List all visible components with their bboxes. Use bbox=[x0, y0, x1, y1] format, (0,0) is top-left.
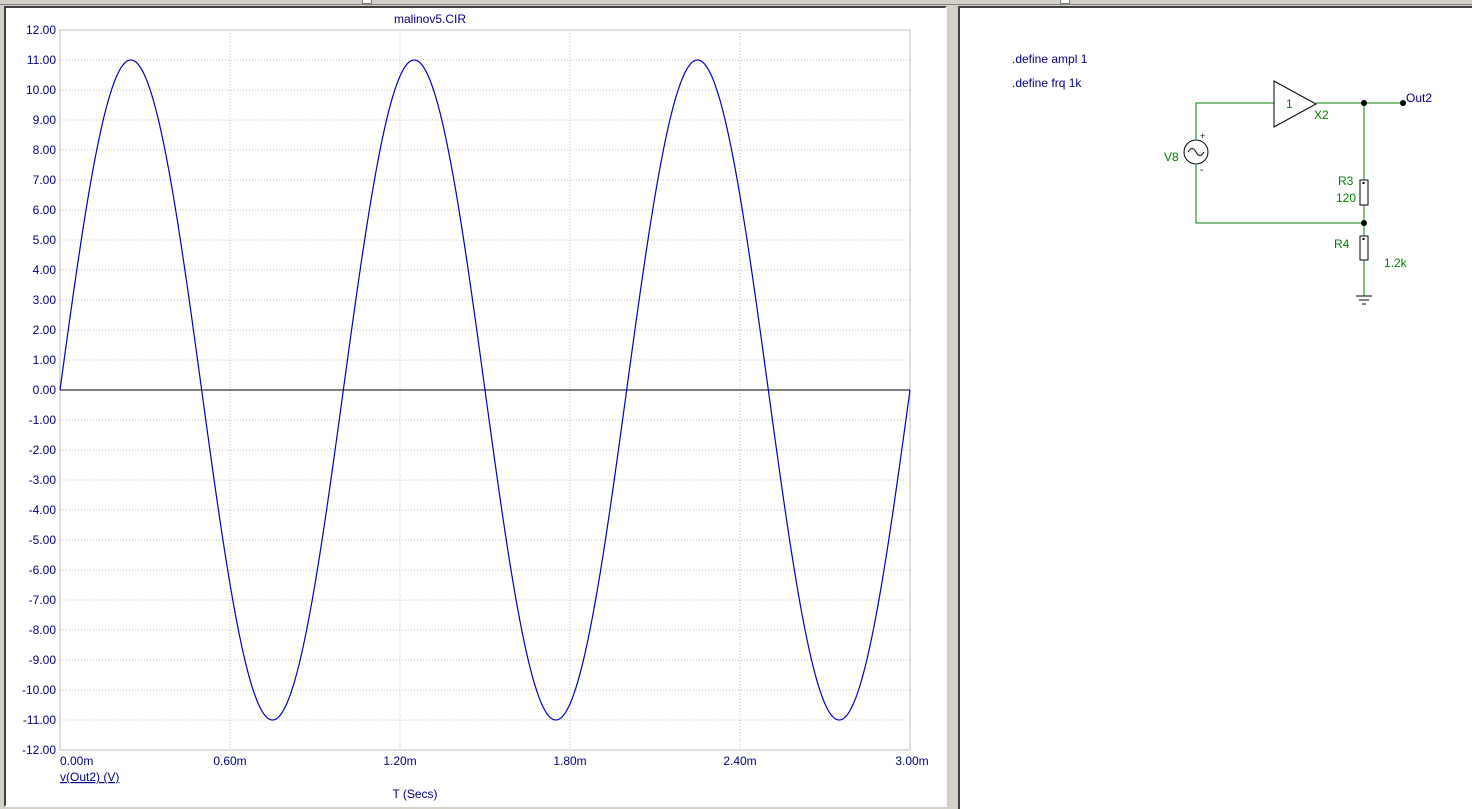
x-tick-label: 0.60m bbox=[213, 754, 246, 768]
y-tick-label: -4.00 bbox=[29, 503, 57, 517]
schematic-window[interactable]: .define ampl 1 .define frq 1k 1 X2 Out2 bbox=[958, 6, 1472, 809]
x-tick-label: 0.00m bbox=[60, 754, 93, 768]
amplifier-symbol[interactable] bbox=[1273, 80, 1318, 128]
analysis-plot-window[interactable]: malinov5.CIR 12.00 11.00 10.00 9.00 8.00 7.00… bbox=[4, 6, 947, 807]
node-dot bbox=[1361, 100, 1367, 106]
y-tick-label: -12.00 bbox=[22, 743, 56, 757]
splitter-notch bbox=[1060, 0, 1070, 4]
y-tick-label: 10.00 bbox=[26, 83, 56, 97]
source-name[interactable]: V8 bbox=[1164, 150, 1179, 164]
y-tick-label: 4.00 bbox=[33, 263, 57, 277]
amplifier-gain: 1 bbox=[1286, 97, 1293, 111]
resistor-pin-marker bbox=[1362, 238, 1365, 240]
y-tick-label: 2.00 bbox=[33, 323, 57, 337]
x-axis-tick-labels: 0.00m 0.60m 1.20m 1.80m 2.40m 3.00m bbox=[60, 754, 929, 768]
r4-value[interactable]: 1.2k bbox=[1384, 256, 1408, 270]
y-axis-tick-labels: 12.00 11.00 10.00 9.00 8.00 7.00 6.00 5.00 4.00 3… bbox=[22, 23, 56, 757]
y-tick-label: 3.00 bbox=[33, 293, 57, 307]
y-tick-label: 1.00 bbox=[33, 353, 57, 367]
plot-title: malinov5.CIR bbox=[394, 12, 466, 26]
r4-name[interactable]: R4 bbox=[1334, 237, 1350, 251]
y-tick-label: 7.00 bbox=[33, 173, 57, 187]
output-node-label[interactable]: Out2 bbox=[1406, 91, 1432, 105]
source-minus: - bbox=[1200, 165, 1203, 176]
x-tick-label: 2.40m bbox=[723, 754, 756, 768]
wires bbox=[1195, 102, 1403, 296]
define-directive[interactable]: .define ampl 1 bbox=[1012, 52, 1088, 66]
y-tick-label: -2.00 bbox=[29, 443, 57, 457]
y-tick-label: 11.00 bbox=[27, 53, 56, 67]
x-axis-label: T (Secs) bbox=[392, 787, 437, 801]
splitter-notch bbox=[362, 0, 372, 4]
y-tick-label: -10.00 bbox=[22, 683, 56, 697]
top-strip bbox=[0, 0, 1472, 5]
schematic-canvas[interactable]: .define ampl 1 .define frq 1k 1 X2 Out2 bbox=[960, 8, 1472, 809]
y-tick-label: -3.00 bbox=[29, 473, 57, 487]
amplifier-name[interactable]: X2 bbox=[1314, 108, 1329, 122]
source-plus: + bbox=[1200, 131, 1205, 141]
x-tick-label: 1.80m bbox=[553, 754, 586, 768]
r3-name[interactable]: R3 bbox=[1338, 174, 1354, 188]
resistor-pin-marker bbox=[1362, 182, 1365, 184]
y-tick-label: 5.00 bbox=[33, 233, 57, 247]
y-tick-label: 0.00 bbox=[33, 383, 57, 397]
x-tick-label: 3.00m bbox=[895, 754, 928, 768]
y-tick-label: -1.00 bbox=[29, 413, 57, 427]
r3-value[interactable]: 120 bbox=[1336, 191, 1356, 205]
ground-icon[interactable] bbox=[1356, 295, 1372, 305]
x-tick-label: 1.20m bbox=[383, 754, 416, 768]
define-directive[interactable]: .define frq 1k bbox=[1012, 76, 1082, 90]
y-tick-label: 12.00 bbox=[26, 23, 56, 37]
y-tick-label: -9.00 bbox=[29, 653, 57, 667]
y-tick-label: -8.00 bbox=[29, 623, 57, 637]
trace-label-v-out2[interactable]: v(Out2) (V) bbox=[60, 770, 119, 784]
y-tick-label: -5.00 bbox=[29, 533, 57, 547]
transient-plot[interactable]: malinov5.CIR 12.00 11.00 10.00 9.00 8.00 7.00… bbox=[6, 8, 945, 805]
y-tick-label: -7.00 bbox=[29, 593, 57, 607]
panel-splitter[interactable] bbox=[947, 6, 958, 809]
y-tick-label: 9.00 bbox=[33, 113, 57, 127]
wire bbox=[1195, 102, 1274, 139]
y-tick-label: 8.00 bbox=[33, 143, 57, 157]
y-tick-label: 6.00 bbox=[33, 203, 57, 217]
app-window: malinov5.CIR 12.00 11.00 10.00 9.00 8.00 7.00… bbox=[0, 0, 1472, 809]
y-tick-label: -6.00 bbox=[29, 563, 57, 577]
y-tick-label: -11.00 bbox=[23, 713, 56, 727]
node-dot bbox=[1361, 220, 1367, 226]
